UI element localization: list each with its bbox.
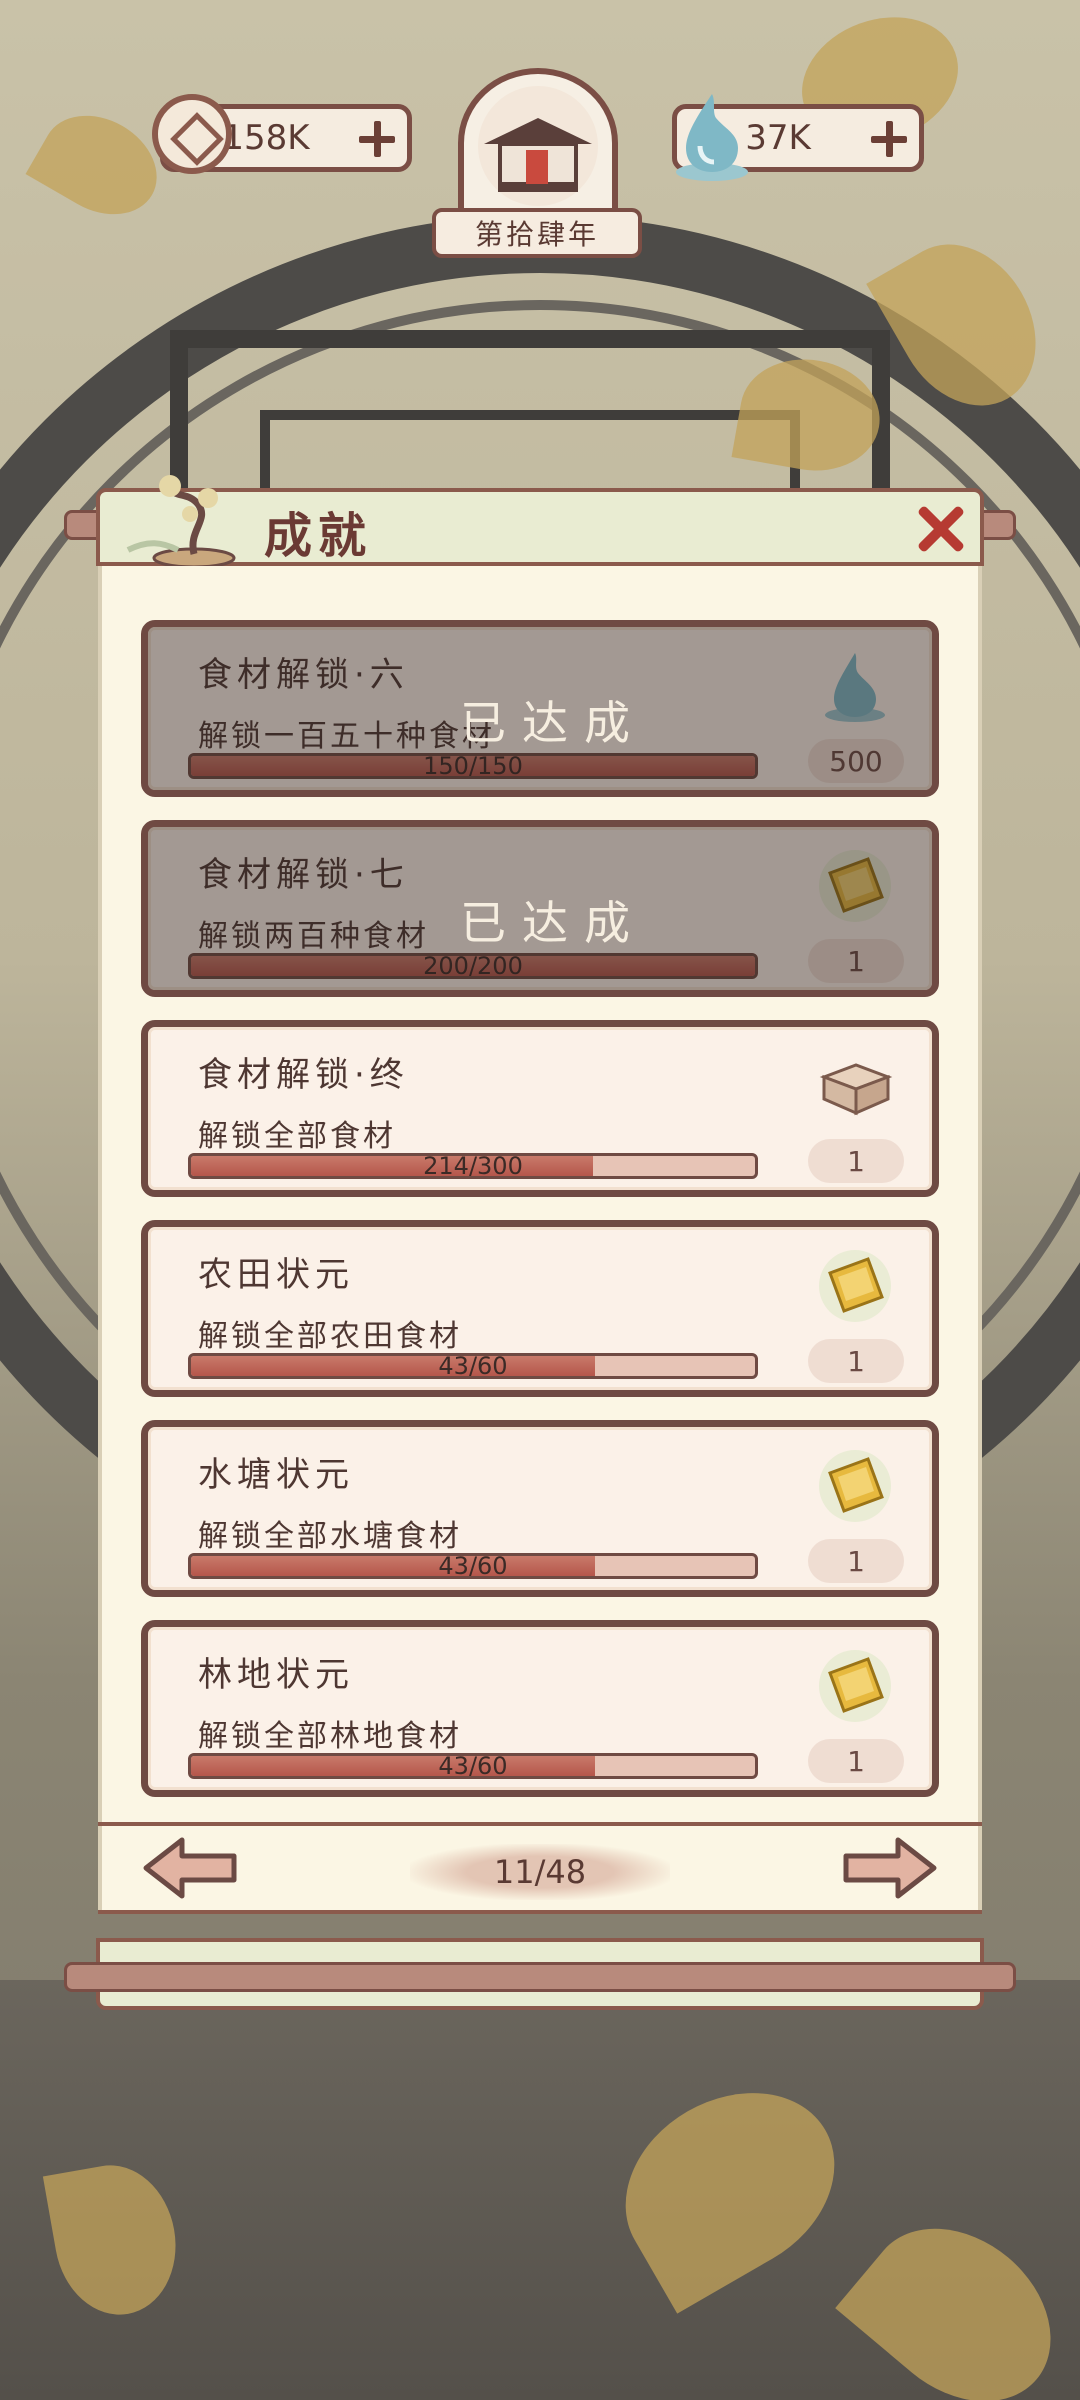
achievement-description: 解锁全部食材 bbox=[198, 1119, 396, 1154]
achievement-title: 林地状元 bbox=[198, 1655, 354, 1695]
achievement-description: 解锁全部农田食材 bbox=[198, 1319, 462, 1354]
achievement-title: 农田状元 bbox=[198, 1255, 354, 1295]
progress-text: 214/300 bbox=[423, 1153, 523, 1179]
close-button[interactable] bbox=[912, 500, 970, 558]
progress-bar: 43/60 bbox=[188, 1353, 758, 1379]
prev-page-button[interactable] bbox=[142, 1836, 238, 1900]
achievement-title: 食材解锁·七 bbox=[198, 855, 409, 895]
completed-stamp: 已达成 bbox=[460, 896, 646, 950]
progress-text: 150/150 bbox=[423, 753, 523, 779]
ticket-icon bbox=[816, 1447, 894, 1525]
achievement-title: 食材解锁·六 bbox=[198, 655, 409, 695]
reward-count: 500 bbox=[808, 739, 904, 783]
achievement-card[interactable]: 水塘状元解锁全部水塘食材 43/60 1 bbox=[141, 1420, 939, 1597]
progress-fill bbox=[191, 756, 755, 776]
reward-count: 1 bbox=[808, 1539, 904, 1583]
add-jade-button[interactable] bbox=[871, 121, 907, 157]
progress-bar: 43/60 bbox=[188, 1553, 758, 1579]
scroll-rod-bottom bbox=[64, 1962, 1016, 1992]
panel-title: 成就 bbox=[264, 508, 373, 564]
water-drop-icon bbox=[816, 647, 894, 725]
achievement-card[interactable]: 农田状元解锁全部农田食材 43/60 1 bbox=[141, 1220, 939, 1397]
pavilion-emblem[interactable] bbox=[458, 68, 618, 218]
bonsai-icon bbox=[126, 475, 236, 569]
progress-text: 200/200 bbox=[423, 953, 523, 979]
ticket-icon bbox=[816, 1647, 894, 1725]
achievement-description: 解锁全部林地食材 bbox=[198, 1719, 462, 1754]
pavilion-icon bbox=[478, 86, 598, 206]
wooden-box-icon bbox=[816, 1047, 894, 1125]
progress-bar: 150/150 bbox=[188, 753, 758, 779]
achievement-title: 水塘状元 bbox=[198, 1455, 354, 1495]
achievement-card[interactable]: 食材解锁·六解锁一百五十种食材 150/150 500 已达成 bbox=[141, 620, 939, 797]
ginkgo-leaf bbox=[25, 96, 175, 234]
reward-count: 1 bbox=[808, 1139, 904, 1183]
water-drop-icon bbox=[676, 94, 748, 181]
progress-bar: 200/200 bbox=[188, 953, 758, 979]
progress-text: 43/60 bbox=[438, 1353, 508, 1379]
progress-bar: 43/60 bbox=[188, 1753, 758, 1779]
achievement-card[interactable]: 食材解锁·七解锁两百种食材 200/200 1 已达成 bbox=[141, 820, 939, 997]
next-page-button[interactable] bbox=[842, 1836, 938, 1900]
achievement-title: 食材解锁·终 bbox=[198, 1055, 409, 1095]
achievement-description: 解锁全部水塘食材 bbox=[198, 1519, 462, 1554]
ticket-icon bbox=[816, 847, 894, 925]
ticket-icon bbox=[816, 1247, 894, 1325]
coin-icon bbox=[152, 94, 232, 174]
progress-text: 43/60 bbox=[438, 1753, 508, 1779]
achievement-card[interactable]: 食材解锁·终解锁全部食材 214/300 1 bbox=[141, 1020, 939, 1197]
page-indicator: 11/48 bbox=[410, 1844, 670, 1900]
year-label: 第拾肆年 bbox=[432, 208, 642, 258]
achievement-description: 解锁两百种食材 bbox=[198, 919, 429, 954]
divider bbox=[98, 1822, 982, 1826]
progress-text: 43/60 bbox=[438, 1553, 508, 1579]
reward-count: 1 bbox=[808, 939, 904, 983]
completed-stamp: 已达成 bbox=[460, 696, 646, 750]
divider bbox=[98, 1910, 982, 1914]
reward-count: 1 bbox=[808, 1739, 904, 1783]
reward-count: 1 bbox=[808, 1339, 904, 1383]
progress-bar: 214/300 bbox=[188, 1153, 758, 1179]
progress-fill bbox=[191, 956, 755, 976]
add-coins-button[interactable] bbox=[359, 121, 395, 157]
achievement-card[interactable]: 林地状元解锁全部林地食材 43/60 1 bbox=[141, 1620, 939, 1797]
achievement-description: 解锁一百五十种食材 bbox=[198, 719, 495, 754]
